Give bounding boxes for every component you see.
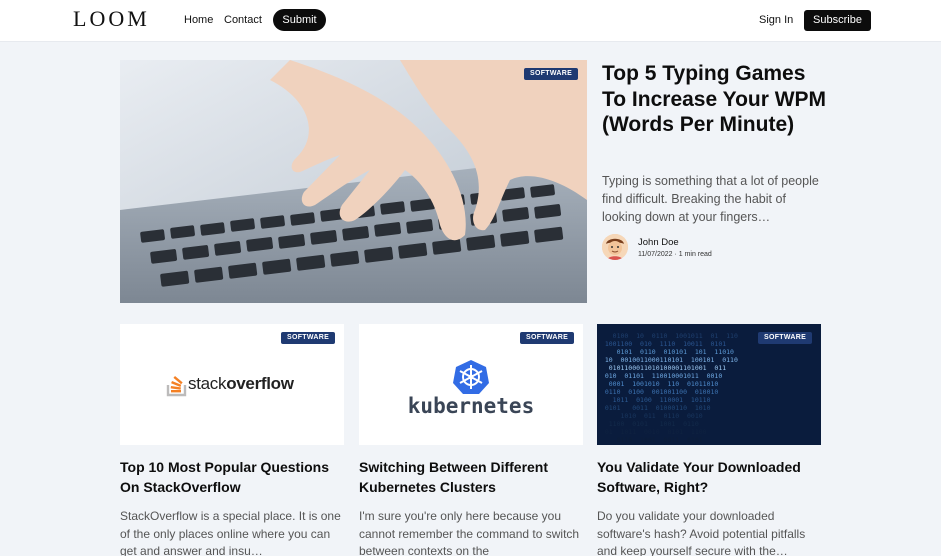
subscribe-button[interactable]: Subscribe <box>804 10 871 31</box>
card-image-stackoverflow[interactable]: stackoverflow SOFTWARE <box>120 324 344 445</box>
nav-home-link[interactable]: Home <box>184 14 213 26</box>
author-name[interactable]: John Doe <box>638 237 679 248</box>
stackoverflow-wordmark: stackoverflow <box>188 374 294 394</box>
card-image-kubernetes[interactable]: kubernetes SOFTWARE <box>359 324 583 445</box>
stackoverflow-wordmark-a: stack <box>188 374 227 393</box>
kubernetes-helm-icon <box>453 360 489 394</box>
sign-in-link[interactable]: Sign In <box>759 14 793 26</box>
category-badge[interactable]: SOFTWARE <box>524 68 579 80</box>
card-excerpt: Do you validate your downloaded software… <box>597 509 806 556</box>
site-logo[interactable]: LOOM <box>73 6 150 32</box>
card-title[interactable]: Top 10 Most Popular Questions On StackOv… <box>120 457 344 497</box>
featured-post-title[interactable]: Top 5 Typing Games To Increase Your WPM … <box>602 61 832 138</box>
featured-post-image[interactable] <box>120 60 587 303</box>
card-excerpt: StackOverflow is a special place. It is … <box>120 509 341 556</box>
kubernetes-wordmark: kubernetes <box>407 394 535 418</box>
category-badge[interactable]: SOFTWARE <box>758 332 813 344</box>
stackoverflow-icon <box>166 376 187 397</box>
category-badge[interactable]: SOFTWARE <box>281 332 336 344</box>
keyboard-hands-illustration <box>120 60 587 303</box>
card-excerpt: I'm sure you're only here because you ca… <box>359 509 580 556</box>
card-image-binary[interactable]: 0100 10 0110 1001011 01 110 1001100 010 … <box>597 324 821 445</box>
featured-post-excerpt: Typing is something that a lot of people… <box>602 174 819 224</box>
author-avatar[interactable] <box>602 234 628 260</box>
card-title[interactable]: Switching Between Different Kubernetes C… <box>359 457 583 497</box>
nav-contact-link[interactable]: Contact <box>224 14 262 26</box>
card-title[interactable]: You Validate Your Downloaded Software, R… <box>597 457 821 497</box>
stackoverflow-wordmark-b: overflow <box>226 374 294 393</box>
submit-button[interactable]: Submit <box>273 9 326 31</box>
category-badge[interactable]: SOFTWARE <box>520 332 575 344</box>
post-meta: 11/07/2022 · 1 min read <box>638 251 712 258</box>
avatar-face-icon <box>602 234 628 260</box>
stackoverflow-logo: stackoverflow <box>166 371 294 397</box>
site-header: LOOM Home Contact Submit Sign In Subscri… <box>0 0 941 42</box>
